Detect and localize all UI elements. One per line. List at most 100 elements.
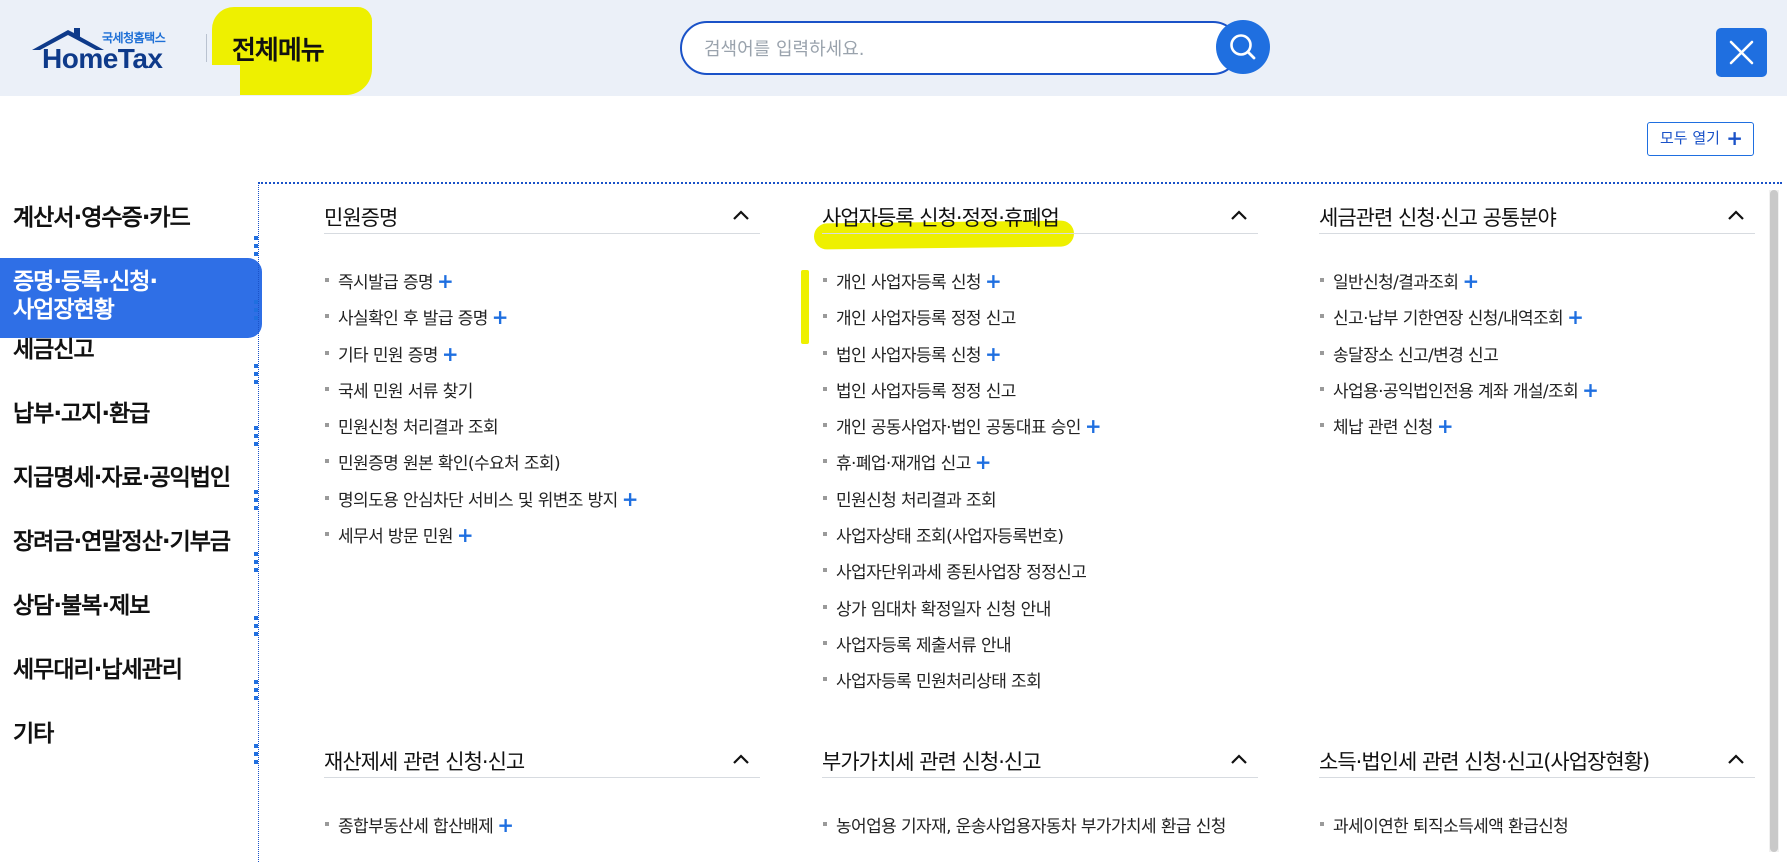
chevron-up-icon[interactable]	[1727, 750, 1745, 769]
expand-plus-icon[interactable]: +	[497, 813, 514, 837]
menu-link[interactable]: 즉시발급 증명 +	[324, 268, 760, 304]
menu-link-label: 사업자등록 제출서류 안내	[836, 635, 1012, 656]
expand-plus-icon[interactable]: +	[1462, 269, 1479, 293]
menu-link-label: 농어업용 기자재, 운송사업용자동차 부가가치세 환급 신청	[836, 817, 1226, 837]
search-button[interactable]	[1216, 20, 1270, 74]
menu-link[interactable]: 사실확인 후 발급 증명 +	[324, 304, 760, 340]
menu-link-label: 신고·납부 기한연장 신청/내역조회	[1333, 309, 1564, 330]
expand-plus-icon[interactable]: +	[1567, 305, 1584, 329]
hometax-logo[interactable]: 국세청홈택스 HomeTax	[30, 26, 180, 76]
menu-link[interactable]: 일반신청/결과조회 +	[1319, 268, 1755, 304]
chevron-up-icon[interactable]	[732, 206, 750, 225]
header-divider	[206, 34, 207, 62]
menu-link[interactable]: 사업용·공익법인전용 계좌 개설/조회 +	[1319, 377, 1755, 413]
plus-icon: +	[1726, 126, 1743, 150]
menu-link-label: 명의도용 안심차단 서비스 및 위변조 방지	[338, 490, 618, 511]
menu-link[interactable]: 법인 사업자등록 정정 신고	[822, 377, 1258, 413]
chevron-up-icon[interactable]	[1727, 206, 1745, 225]
close-icon	[1729, 40, 1754, 65]
menu-link[interactable]: 농어업용 기자재, 운송사업용자동차 부가가치세 환급 신청	[822, 812, 1258, 848]
expand-plus-icon[interactable]: +	[1085, 414, 1102, 438]
search-input[interactable]	[704, 35, 1164, 63]
menu-link[interactable]: 과세이연한 퇴직소득세액 환급신청	[1319, 812, 1755, 848]
expand-plus-icon[interactable]: +	[975, 450, 992, 474]
menu-link[interactable]: 민원신청 처리결과 조회	[324, 413, 760, 449]
section-item-list: 농어업용 기자재, 운송사업용자동차 부가가치세 환급 신청	[822, 812, 1258, 848]
expand-plus-icon[interactable]: +	[985, 342, 1002, 366]
menu-link[interactable]: 송달장소 신고/변경 신고	[1319, 341, 1755, 377]
section-header[interactable]: 부가가치세 관련 신청·신고	[822, 726, 1258, 778]
section-header[interactable]: 재산제세 관련 신청·신고	[324, 726, 760, 778]
expand-plus-icon[interactable]: +	[457, 523, 474, 547]
chevron-up-icon[interactable]	[732, 750, 750, 769]
sidebar-item[interactable]: 상담·불복·제보	[0, 586, 262, 620]
menu-link[interactable]: 종합부동산세 합산배제 +	[324, 812, 760, 848]
sidebar-item[interactable]: 증명·등록·신청· 사업장현황	[0, 258, 262, 338]
menu-link[interactable]: 명의도용 안심차단 서비스 및 위변조 방지 +	[324, 486, 760, 522]
menu-link[interactable]: 사업자상태 조회(사업자등록번호)	[822, 522, 1258, 558]
section-header[interactable]: 민원증명	[324, 182, 760, 234]
menu-link-label: 사업자상태 조회(사업자등록번호)	[836, 527, 1064, 548]
menu-link[interactable]: 법인 사업자등록 신청 +	[822, 341, 1258, 377]
menu-link-label: 송달장소 신고/변경 신고	[1333, 345, 1499, 366]
section-title: 민원증명	[324, 206, 398, 230]
logo-title: HomeTax	[42, 43, 163, 74]
menu-link-label: 기타 민원 증명	[338, 345, 438, 366]
menu-link-label: 체납 관련 신청	[1333, 418, 1433, 439]
section-header[interactable]: 세금관련 신청·신고 공통분야	[1319, 182, 1755, 234]
menu-link-label: 상가 임대차 확정일자 신청 안내	[836, 599, 1051, 620]
menu-link-label: 법인 사업자등록 정정 신고	[836, 381, 1016, 402]
expand-plus-icon[interactable]: +	[622, 487, 639, 511]
menu-link-label: 개인 사업자등록 신청	[836, 273, 982, 293]
menu-link[interactable]: 신고·납부 기한연장 신청/내역조회 +	[1319, 304, 1755, 340]
highlight-mark	[801, 270, 809, 344]
expand-plus-icon[interactable]: +	[492, 305, 509, 329]
expand-plus-icon[interactable]: +	[1582, 378, 1599, 402]
menu-link-label: 사업자단위과세 종된사업장 정정신고	[836, 563, 1087, 584]
menu-link[interactable]: 상가 임대차 확정일자 신청 안내	[822, 595, 1258, 631]
sidebar-item[interactable]: 장려금·연말정산·기부금	[0, 522, 262, 556]
expand-plus-icon[interactable]: +	[1437, 414, 1454, 438]
section-title: 소득·법인세 관련 신청·신고(사업장현황)	[1319, 750, 1650, 774]
menu-link[interactable]: 개인 사업자등록 신청 +	[822, 268, 1258, 304]
scrollbar[interactable]	[1769, 190, 1779, 852]
expand-plus-icon[interactable]: +	[442, 342, 459, 366]
sidebar-item[interactable]: 기타	[0, 714, 262, 748]
menu-link-label: 일반신청/결과조회	[1333, 273, 1459, 293]
expand-plus-icon[interactable]: +	[437, 269, 454, 293]
section-title: 재산제세 관련 신청·신고	[324, 750, 525, 774]
sidebar-item[interactable]: 세무대리·납세관리	[0, 650, 262, 684]
close-button[interactable]	[1716, 28, 1767, 77]
sidebar-item[interactable]: 세금신고	[0, 330, 262, 364]
menu-link[interactable]: 개인 공동사업자·법인 공동대표 승인 +	[822, 413, 1258, 449]
menu-link[interactable]: 민원증명 원본 확인(수요처 조회)	[324, 449, 760, 485]
menu-link-label: 사업용·공익법인전용 계좌 개설/조회	[1333, 381, 1579, 402]
expand-all-button[interactable]: 모두 열기 +	[1647, 122, 1754, 156]
menu-link-label: 개인 공동사업자·법인 공동대표 승인	[836, 418, 1081, 439]
menu-link[interactable]: 사업자등록 제출서류 안내	[822, 631, 1258, 667]
sidebar-item[interactable]: 계산서·영수증·카드	[0, 198, 262, 232]
menu-link-label: 법인 사업자등록 신청	[836, 345, 982, 366]
chevron-up-icon[interactable]	[1230, 750, 1248, 769]
menu-link[interactable]: 체납 관련 신청 +	[1319, 413, 1755, 449]
menu-link[interactable]: 민원신청 처리결과 조회	[822, 486, 1258, 522]
section-header[interactable]: 사업자등록 신청·정정·휴폐업	[822, 182, 1258, 234]
section-item-list: 개인 사업자등록 신청 + 개인 사업자등록 정정 신고 법인 사업자등록 신청 + 법인…	[822, 268, 1258, 704]
chevron-up-icon[interactable]	[1230, 206, 1248, 225]
menu-link[interactable]: 개인 사업자등록 정정 신고	[822, 304, 1258, 340]
section-item-list: 일반신청/결과조회 + 신고·납부 기한연장 신청/내역조회 + 송달장소 신고/변경 …	[1319, 268, 1755, 449]
expand-plus-icon[interactable]: +	[985, 269, 1002, 293]
menu-link[interactable]: 세무서 방문 민원 +	[324, 522, 760, 558]
page-title: 전체메뉴	[232, 36, 325, 66]
menu-link-label: 민원신청 처리결과 조회	[836, 490, 997, 511]
sidebar-item[interactable]: 지급명세·자료·공익법인	[0, 458, 262, 492]
menu-link[interactable]: 휴·폐업·재개업 신고 +	[822, 449, 1258, 485]
menu-link-label: 사실확인 후 발급 증명	[338, 309, 488, 330]
section-header[interactable]: 소득·법인세 관련 신청·신고(사업장현황)	[1319, 726, 1755, 778]
menu-link[interactable]: 기타 민원 증명 +	[324, 341, 760, 377]
sidebar-item[interactable]: 납부·고지·환급	[0, 394, 262, 428]
menu-link[interactable]: 사업자단위과세 종된사업장 정정신고	[822, 558, 1258, 594]
menu-link[interactable]: 사업자등록 민원처리상태 조회	[822, 667, 1258, 703]
menu-link[interactable]: 국세 민원 서류 찾기	[324, 377, 760, 413]
scrollbar-thumb[interactable]	[1770, 190, 1778, 852]
